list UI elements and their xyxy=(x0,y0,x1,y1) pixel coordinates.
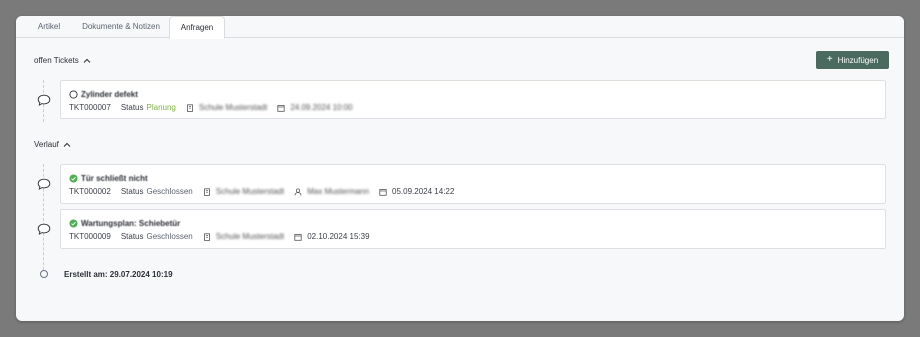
ticket-date: 24.09.2024 10:00 xyxy=(290,103,353,112)
building-icon xyxy=(203,232,210,241)
ticket-date: 05.09.2024 14:22 xyxy=(392,187,455,196)
check-circle-icon xyxy=(69,219,78,228)
created-at-label: Erstellt am: 29.07.2024 10:19 xyxy=(64,270,173,279)
ticket-card[interactable]: Tür schließt nicht TKT000002 Status Gesc… xyxy=(60,164,886,204)
building-icon xyxy=(203,187,210,196)
add-ticket-label: Hinzufügen xyxy=(837,55,879,65)
check-circle-icon xyxy=(69,174,78,183)
chat-bubble-icon xyxy=(37,223,51,235)
status-value: Geschlossen xyxy=(146,187,193,196)
ticket-building: Schule Musterstadt xyxy=(215,232,285,241)
person-icon xyxy=(294,187,302,196)
status-label: Status xyxy=(120,103,144,112)
open-tickets-title: offen Tickets xyxy=(34,56,79,65)
chat-bubble-icon xyxy=(37,94,51,106)
open-tickets-toggle[interactable]: offen Tickets xyxy=(34,56,91,65)
ticket-person: Max Mustermann xyxy=(307,187,370,196)
ticket-id: TKT000007 xyxy=(69,103,111,112)
tab-bar: Artikel Dokumente & Notizen Anfragen xyxy=(16,16,904,39)
add-ticket-button[interactable]: + Hinzufügen xyxy=(816,51,889,69)
anfragen-panel: Artikel Dokumente & Notizen Anfragen off… xyxy=(16,16,904,321)
calendar-icon xyxy=(294,233,302,241)
ticket-card[interactable]: Zylinder defekt TKT000007 Status Planung… xyxy=(60,80,886,119)
ticket-title: Tür schließt nicht xyxy=(81,174,148,183)
chevron-up-icon xyxy=(63,142,71,147)
tab-anfragen[interactable]: Anfragen xyxy=(169,16,225,39)
chevron-up-icon xyxy=(83,58,91,63)
ticket-id: TKT000009 xyxy=(69,232,111,241)
status-label: Status xyxy=(120,187,144,196)
ticket-date: 02.10.2024 15:39 xyxy=(307,232,370,241)
chat-bubble-icon xyxy=(37,178,51,190)
ticket-title: Wartungsplan: Schiebetür xyxy=(81,219,181,228)
building-icon xyxy=(186,103,193,112)
tab-artikel[interactable]: Artikel xyxy=(30,16,68,38)
calendar-icon xyxy=(379,188,387,196)
history-title: Verlauf xyxy=(34,140,59,149)
ticket-building: Schule Musterstadt xyxy=(215,187,285,196)
tab-dokumente-notizen[interactable]: Dokumente & Notizen xyxy=(76,16,166,38)
timeline-end-dot xyxy=(40,270,48,278)
status-value: Planung xyxy=(146,103,176,112)
status-value: Geschlossen xyxy=(146,232,193,241)
history-toggle[interactable]: Verlauf xyxy=(34,140,71,149)
ticket-title: Zylinder defekt xyxy=(81,90,138,99)
plus-icon: + xyxy=(826,54,833,65)
ticket-card[interactable]: Wartungsplan: Schiebetür TKT000009 Statu… xyxy=(60,209,886,249)
ticket-id: TKT000002 xyxy=(69,187,111,196)
status-label: Status xyxy=(120,232,144,241)
circle-outline-icon xyxy=(69,90,78,99)
calendar-icon xyxy=(277,104,285,112)
ticket-building: Schule Musterstadt xyxy=(198,103,268,112)
